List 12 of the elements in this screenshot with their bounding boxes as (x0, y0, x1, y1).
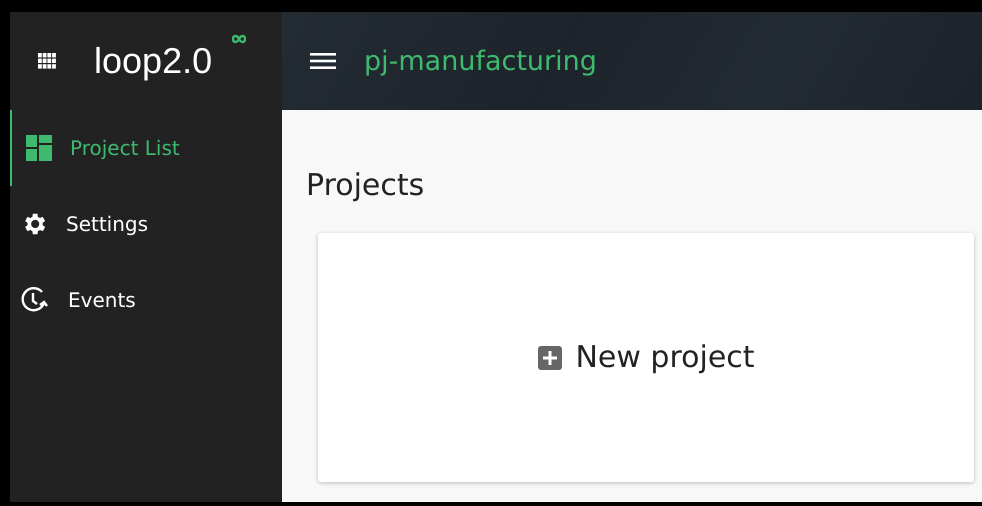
plus-icon (537, 344, 564, 370)
apps-grid-icon[interactable] (38, 53, 56, 69)
nav-item[interactable]: Events (10, 262, 282, 338)
page-heading: Projects (306, 168, 426, 203)
nav-item[interactable]: Settings (10, 186, 282, 262)
new-project-label: New project (575, 340, 755, 375)
project-title: pj-manufacturing (364, 46, 597, 76)
infinity-icon (232, 34, 246, 44)
logo-text: loop2.0 (94, 40, 212, 82)
new-project-card[interactable]: New project (318, 233, 974, 482)
dashboard-icon (26, 135, 52, 161)
menu-icon[interactable] (310, 52, 336, 70)
